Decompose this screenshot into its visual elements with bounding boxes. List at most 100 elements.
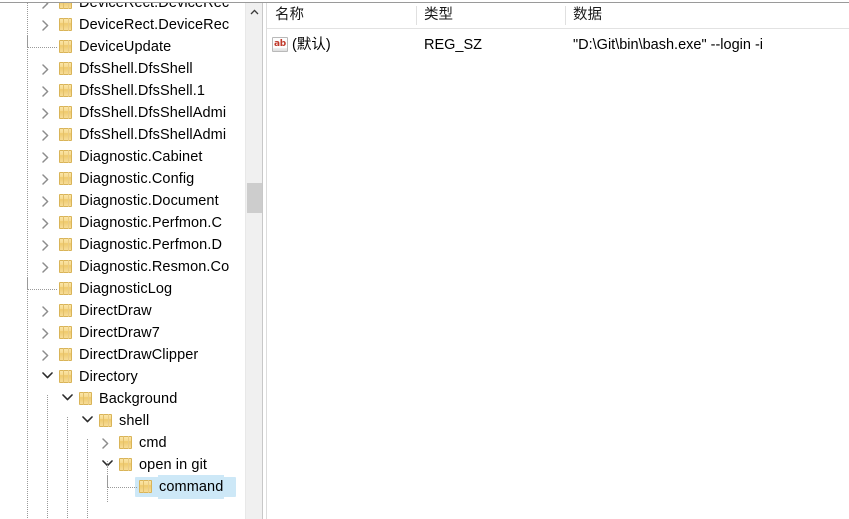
folder-icon [119,436,134,450]
tree-item[interactable]: Background [0,388,240,410]
tree-item[interactable]: DirectDraw [0,300,240,322]
scrollbar-thumb[interactable] [247,183,262,213]
tree-expander[interactable] [42,300,56,322]
tree-guide-line [67,417,68,519]
folder-icon [59,40,74,54]
tree-item[interactable]: DfsShell.DfsShellAdmi [0,124,240,146]
values-list-header[interactable]: 名称 类型 数据 [267,3,849,29]
tree-item[interactable]: Diagnostic.Resmon.Co [0,256,240,278]
tree-item-label: Background [99,391,178,407]
tree-item-label: Diagnostic.Perfmon.D [79,237,223,253]
tree-item[interactable]: DfsShell.DfsShell.1 [0,80,240,102]
tree-item[interactable]: DeviceRect.DeviceRec [0,14,240,36]
folder-icon [59,128,74,142]
column-header-separator[interactable] [565,6,566,25]
registry-tree-pane[interactable]: DeviceRect.DeviceRec DeviceRect.DeviceRec… [0,3,262,519]
tree-item[interactable]: DfsShell.DfsShellAdmi [0,102,240,124]
tree-vertical-scrollbar[interactable] [245,3,262,519]
tree-expander[interactable] [42,190,56,212]
folder-icon [59,150,74,164]
chevron-right-icon [42,328,49,339]
tree-item-label: DeviceRect.DeviceRec [79,17,230,33]
tree-item[interactable]: DiagnosticLog [0,278,240,300]
value-type: REG_SZ [424,37,483,53]
tree-item[interactable]: DeviceRect.DeviceRec [0,3,240,14]
tree-expander[interactable] [42,80,56,102]
tree-expander[interactable] [62,388,76,410]
column-header-separator[interactable] [416,6,417,25]
tree-expander[interactable] [102,432,116,454]
values-list-pane[interactable]: 名称 类型 数据 ab (默认) REG_SZ "D:\Git\bin\bash.exe"… [267,3,849,519]
column-header-data[interactable]: 数据 [565,3,849,28]
tree-item[interactable]: DeviceUpdate [0,36,240,58]
tree-expander[interactable] [42,102,56,124]
tree-item[interactable]: DfsShell.DfsShell [0,58,240,80]
tree-expander[interactable] [42,146,56,168]
folder-icon [79,392,94,406]
chevron-right-icon [42,240,49,251]
column-header-name[interactable]: 名称 [267,3,416,28]
tree-expander[interactable] [42,322,56,344]
tree-item-label: DfsShell.DfsShell.1 [79,83,206,99]
tree-item-label: DiagnosticLog [79,281,173,297]
tree-guide-line [87,439,88,519]
tree-expander[interactable] [42,212,56,234]
chevron-right-icon [42,350,49,361]
tree-item-label: Directory [79,369,138,385]
tree-item-label: open in git [139,457,208,473]
tree-guide-line [27,3,28,519]
tree-item[interactable]: Directory [0,366,240,388]
tree-item-label: Diagnostic.Resmon.Co [79,259,230,275]
tree-item[interactable]: Diagnostic.Config [0,168,240,190]
tree-expander[interactable] [42,58,56,80]
tree-connector-elbow [28,289,57,290]
folder-icon [59,3,74,10]
chevron-right-icon [42,108,49,119]
value-name: (默认) [292,37,331,53]
tree-expander[interactable] [42,124,56,146]
folder-icon [59,84,74,98]
values-list-row[interactable]: ab (默认) REG_SZ "D:\Git\bin\bash.exe" --logi… [267,33,849,57]
tree-item[interactable]: DirectDrawClipper [0,344,240,366]
tree-item[interactable]: Diagnostic.Perfmon.D [0,234,240,256]
chevron-right-icon [42,64,49,75]
folder-icon [59,194,74,208]
folder-icon [59,348,74,362]
tree-item-selected[interactable]: command [0,476,240,498]
tree-item-label: DfsShell.DfsShellAdmi [79,127,227,143]
tree-expander[interactable] [42,168,56,190]
folder-icon [59,370,74,384]
chevron-down-icon [62,394,73,401]
tree-item[interactable]: Diagnostic.Document [0,190,240,212]
chevron-right-icon [42,306,49,317]
folder-icon [59,282,74,296]
tree-expander[interactable] [42,234,56,256]
tree-item[interactable]: cmd [0,432,240,454]
registry-editor-window: DeviceRect.DeviceRec DeviceRect.DeviceRec… [0,0,849,519]
folder-icon [59,216,74,230]
tree-expander[interactable] [42,14,56,36]
chevron-right-icon [42,86,49,97]
chevron-right-icon [42,130,49,141]
tree-expander[interactable] [42,344,56,366]
tree-item[interactable]: Diagnostic.Perfmon.C [0,212,240,234]
chevron-right-icon [42,174,49,185]
tree-item[interactable]: shell [0,410,240,432]
tree-item[interactable]: DirectDraw7 [0,322,240,344]
tree-item[interactable]: Diagnostic.Cabinet [0,146,240,168]
tree-expander[interactable] [82,410,96,432]
tree-expander[interactable] [42,3,56,14]
tree-connector-elbow [28,47,57,48]
tree-item-label: command [159,476,224,498]
tree-item-label: DfsShell.DfsShell [79,61,193,77]
tree-item[interactable]: open in git [0,454,240,476]
tree-expander[interactable] [102,454,116,476]
tree-item-label: DirectDrawClipper [79,347,199,363]
tree-item-label: Diagnostic.Perfmon.C [79,215,223,231]
tree-item-label: Diagnostic.Cabinet [79,149,203,165]
tree-expander[interactable] [42,366,56,388]
tree-expander[interactable] [42,256,56,278]
column-header-type[interactable]: 类型 [416,3,565,28]
scrollbar-up-arrow[interactable] [246,3,262,20]
chevron-right-icon [42,218,49,229]
